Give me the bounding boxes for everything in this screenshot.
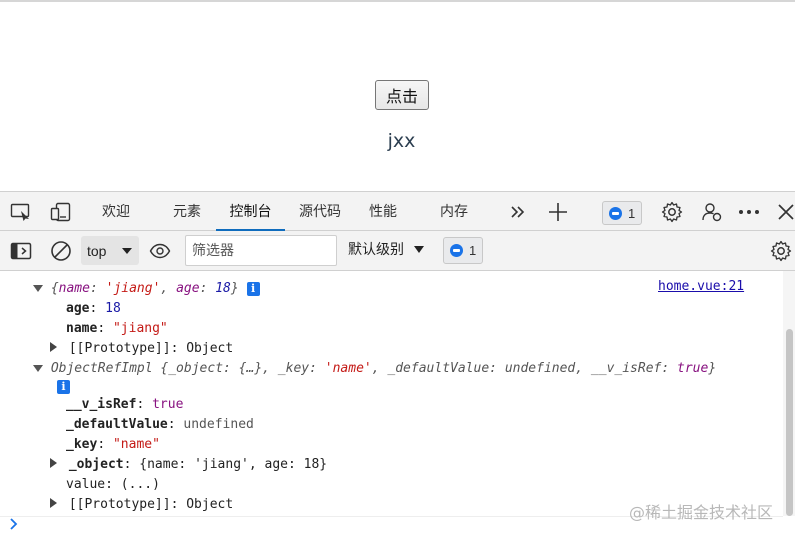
chevron-down-icon bbox=[122, 248, 132, 254]
getter-row[interactable]: value: (...) bbox=[66, 475, 160, 495]
property-row: _defaultValue: undefined bbox=[66, 417, 254, 432]
source-link[interactable]: home.vue:21 bbox=[658, 279, 744, 294]
prompt-chevron-icon[interactable] bbox=[9, 518, 19, 530]
message-bubble-icon bbox=[609, 206, 622, 220]
inspect-element-icon[interactable] bbox=[9, 200, 33, 224]
page-viewport: 点击 jxx bbox=[0, 2, 795, 191]
expand-triangle-icon[interactable] bbox=[33, 285, 43, 292]
tab-elements[interactable]: 元素 bbox=[163, 192, 211, 231]
info-icon-row: i bbox=[57, 377, 70, 397]
message-bubble-icon bbox=[450, 244, 463, 257]
issues-count: 1 bbox=[628, 205, 636, 221]
live-expression-eye-icon[interactable] bbox=[148, 239, 172, 263]
prototype-row[interactable]: [[Prototype]]: Object bbox=[50, 339, 233, 359]
context-value: top bbox=[87, 242, 107, 259]
property-row: age: 18 bbox=[66, 301, 121, 316]
property-row: _key: "name" bbox=[66, 437, 160, 452]
profile-gear-icon[interactable] bbox=[700, 200, 724, 224]
console-issues-badge[interactable]: 1 bbox=[443, 237, 484, 264]
click-button[interactable]: 点击 bbox=[375, 80, 429, 110]
info-icon[interactable]: i bbox=[57, 380, 70, 394]
console-output: home.vue:21 {name: 'jiang', age: 18} i a… bbox=[0, 271, 795, 537]
expand-triangle-icon[interactable] bbox=[50, 342, 57, 352]
expand-triangle-icon[interactable] bbox=[33, 365, 43, 372]
expand-triangle-icon[interactable] bbox=[50, 458, 57, 468]
tab-performance[interactable]: 性能 bbox=[360, 192, 406, 231]
log-levels-dropdown[interactable]: 默认级别 bbox=[348, 239, 424, 259]
issues-badge[interactable]: 1 bbox=[602, 201, 643, 225]
tab-sources[interactable]: 源代码 bbox=[292, 192, 348, 231]
tab-console[interactable]: 控制台 bbox=[216, 192, 285, 231]
context-selector[interactable]: top bbox=[81, 236, 139, 265]
more-tabs-icon[interactable] bbox=[506, 200, 530, 224]
object-preview-row[interactable]: {name: 'jiang', age: 18} i bbox=[33, 279, 260, 299]
console-issues-count: 1 bbox=[469, 243, 477, 258]
console-toolbar: top 默认级别 1 bbox=[0, 231, 795, 271]
info-icon[interactable]: i bbox=[246, 282, 260, 296]
object-preview-row[interactable]: ObjectRefImpl {_object: {…}, _key: 'name… bbox=[33, 359, 716, 379]
prototype-row[interactable]: [[Prototype]]: Object bbox=[50, 495, 233, 515]
devtools-tabbar: 欢迎 元素 控制台 源代码 性能 内存 1 bbox=[0, 191, 795, 231]
log-levels-label: 默认级别 bbox=[348, 242, 404, 258]
watermark: @稀土掘金技术社区 bbox=[629, 503, 774, 522]
add-tab-icon[interactable] bbox=[546, 200, 570, 224]
chevron-down-icon bbox=[414, 245, 424, 253]
tab-memory[interactable]: 内存 bbox=[430, 192, 478, 231]
clear-console-icon[interactable] bbox=[49, 239, 73, 263]
property-row: __v_isRef: true bbox=[66, 397, 184, 412]
page-text: jxx bbox=[387, 130, 416, 152]
gear-icon[interactable] bbox=[660, 200, 684, 224]
expand-triangle-icon[interactable] bbox=[50, 498, 57, 508]
toggle-sidebar-icon[interactable] bbox=[9, 239, 33, 263]
tab-welcome[interactable]: 欢迎 bbox=[92, 192, 140, 231]
property-row: name: "jiang" bbox=[66, 321, 168, 336]
more-options-icon[interactable] bbox=[737, 200, 761, 224]
close-icon[interactable] bbox=[774, 200, 795, 224]
console-settings-gear-icon[interactable] bbox=[769, 239, 793, 263]
scrollbar-thumb[interactable] bbox=[786, 329, 793, 516]
object-child-row[interactable]: _object: {name: 'jiang', age: 18} bbox=[50, 455, 327, 475]
filter-input[interactable] bbox=[185, 235, 337, 266]
device-emulation-icon[interactable] bbox=[49, 200, 73, 224]
